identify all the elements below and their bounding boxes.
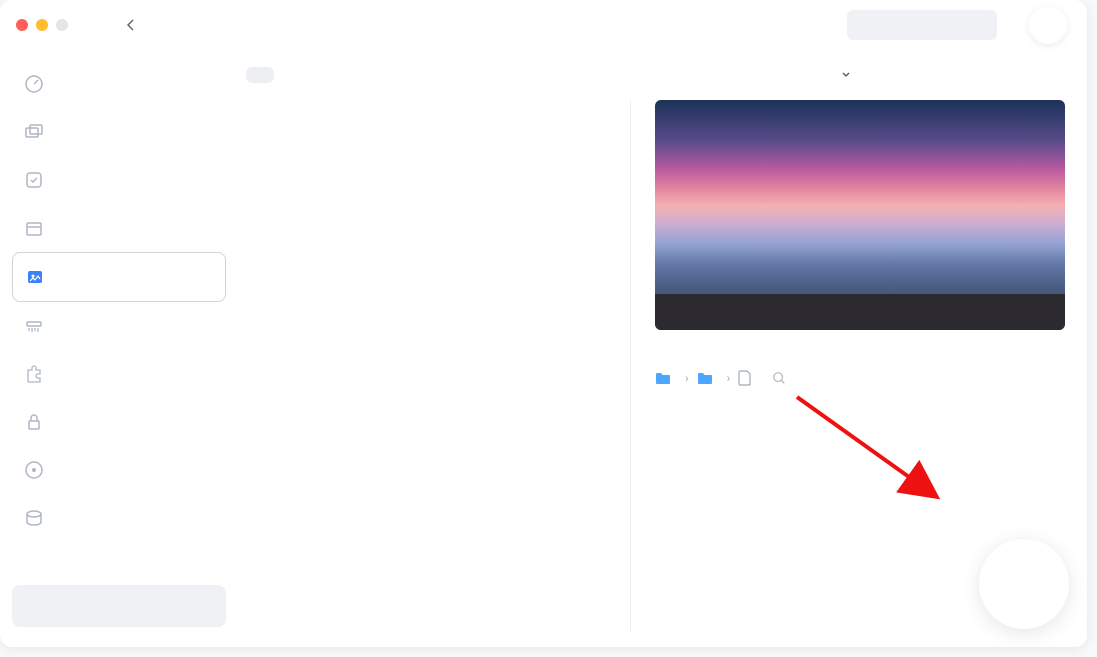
disk-icon	[24, 508, 44, 528]
sidebar-item-duplicate-finder[interactable]	[12, 108, 226, 156]
folder-icon	[655, 371, 671, 385]
box-icon	[24, 218, 44, 238]
close-dot[interactable]	[16, 19, 28, 31]
sidebar-item-uninstaller[interactable]	[12, 156, 226, 204]
image-icon	[25, 267, 45, 287]
shredder-icon	[24, 316, 44, 336]
lock-icon	[24, 412, 44, 432]
sidebar-item-similar-images[interactable]	[12, 252, 226, 302]
maximize-dot[interactable]	[56, 19, 68, 31]
puzzle-icon	[24, 364, 44, 384]
user-button[interactable]	[12, 585, 226, 627]
sidebar-item-privacy[interactable]	[12, 398, 226, 446]
detail-path: › ›	[655, 370, 1065, 386]
cleanup-button[interactable]	[979, 539, 1069, 629]
sidebar-item-shredder[interactable]	[12, 302, 226, 350]
search-box[interactable]	[847, 10, 997, 40]
window-controls[interactable]	[16, 19, 68, 31]
chevron-down-icon	[841, 70, 851, 80]
help-button[interactable]	[1029, 6, 1067, 44]
search-input[interactable]	[857, 18, 1023, 33]
sidebar-item-large-files[interactable]	[12, 204, 226, 252]
sidebar-item-junk-cleaner[interactable]	[12, 60, 226, 108]
back-button[interactable]	[126, 19, 140, 31]
sidebar-item-extensions[interactable]	[12, 350, 226, 398]
file-list[interactable]	[246, 100, 631, 631]
metadata	[655, 398, 1065, 410]
minimize-dot[interactable]	[36, 19, 48, 31]
auto-select-button[interactable]	[246, 67, 274, 83]
folder-icon	[697, 371, 713, 385]
sidebar-item-disk-analysis[interactable]	[12, 494, 226, 542]
search-icon[interactable]	[772, 371, 786, 385]
folders-icon	[24, 122, 44, 142]
file-icon	[738, 370, 752, 386]
gauge-icon	[24, 74, 44, 94]
rocket-icon	[24, 460, 44, 480]
app-icon	[24, 170, 44, 190]
sort-by-dropdown[interactable]	[837, 70, 851, 80]
preview-image	[655, 100, 1065, 330]
sidebar-item-optimization[interactable]	[12, 446, 226, 494]
sidebar	[0, 50, 238, 647]
chevron-left-icon	[126, 19, 134, 31]
